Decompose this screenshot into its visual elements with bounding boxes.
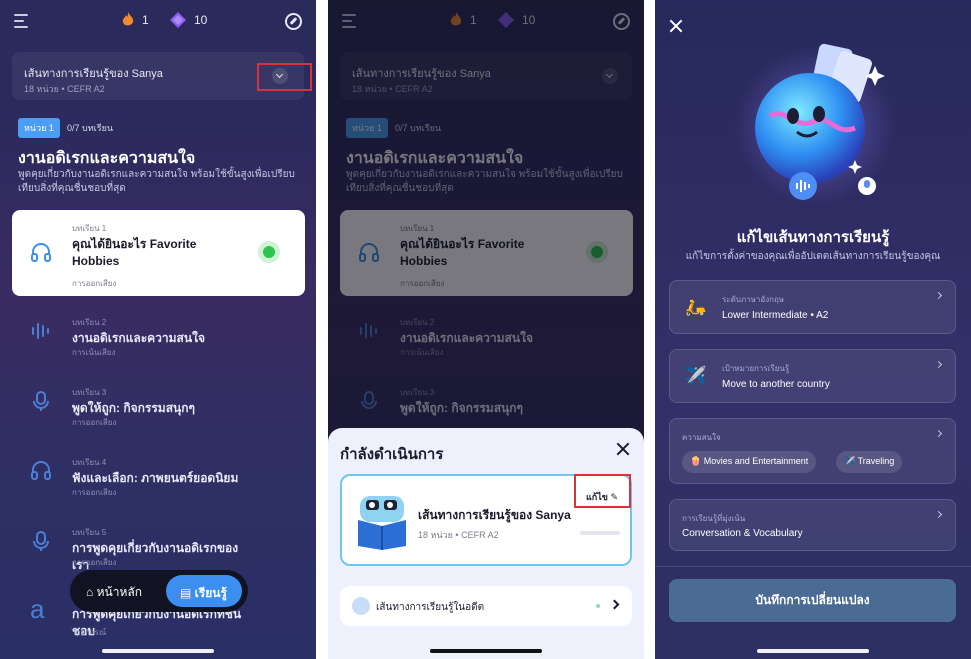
- home-indicator: [430, 649, 542, 653]
- save-changes-button[interactable]: บันทึกการเปลี่ยนแปลง: [669, 579, 956, 622]
- nav-home[interactable]: ⌂ หน้าหลัก: [86, 583, 142, 602]
- scooter-icon: 🛵: [684, 297, 707, 317]
- letter-a-icon: a: [30, 594, 45, 624]
- lesson-type: การออกเสียง: [72, 418, 117, 427]
- past-paths-label: เส้นทางการเรียนรู้ในอดีต: [376, 602, 485, 613]
- gem-counter[interactable]: 10: [170, 12, 207, 28]
- chevron-right-icon: [934, 510, 943, 519]
- lesson-type: การออกเสียง: [72, 558, 117, 567]
- close-icon[interactable]: [616, 442, 630, 456]
- nav-home-label: หน้าหลัก: [96, 585, 142, 599]
- setting-label: ความสนใจ: [682, 433, 721, 442]
- gem-icon: [170, 12, 186, 28]
- soundwave-icon: [32, 323, 49, 339]
- headphones-icon: [31, 243, 51, 262]
- progress-dot: [263, 246, 275, 258]
- home-indicator: [757, 649, 869, 653]
- current-path-title: เส้นทางการเรียนรู้ของ Sanya: [418, 508, 571, 522]
- lesson-item[interactable]: บทเรียน 2 งานอดิเรกและความสนใจ การเน้นเส…: [12, 304, 305, 364]
- interest-chip: ✈️ Traveling: [836, 451, 903, 473]
- current-path-subtitle: 18 หน่วย • CEFR A2: [418, 530, 499, 540]
- lesson-title: ฟังและเลือก: ภาพยนตร์ยอดนิยม: [72, 471, 239, 485]
- path-subtitle: 18 หน่วย • CEFR A2: [24, 84, 105, 94]
- nav-learn-label: เรียนรู้: [194, 586, 227, 600]
- streak-counter[interactable]: 1: [122, 12, 149, 27]
- setting-value: Conversation & Vocabulary: [682, 528, 803, 539]
- mascot-book-icon: [358, 496, 406, 550]
- chevron-right-icon: [934, 291, 943, 300]
- chevron-right-icon: [609, 599, 620, 610]
- setting-value: Move to another country: [722, 379, 830, 390]
- lesson-item[interactable]: บทเรียน 5 การพูดคุยเกี่ยวกับงานอดิเรกของ…: [12, 514, 305, 574]
- lesson-number: บทเรียน 3: [72, 388, 107, 397]
- learning-path-screen: 1 10 เส้นทางการเรียนรู้ของ Sanya 18 หน่ว…: [0, 0, 316, 659]
- lesson-type: การออกเสียง: [72, 279, 117, 288]
- microphone-icon: [33, 531, 49, 551]
- lesson-title: งานอดิเรกและความสนใจ: [72, 331, 205, 345]
- highlight-box: [257, 63, 312, 91]
- lesson-number: บทเรียน 2: [72, 318, 107, 327]
- interest-chip: 🍿 Movies and Entertainment: [682, 451, 817, 473]
- past-path-icon: [352, 597, 370, 615]
- airplane-icon: ✈️: [844, 456, 856, 466]
- menu-icon[interactable]: [14, 14, 30, 28]
- setting-label: การเรียนรู้ที่มุ่งเน้น: [682, 514, 746, 523]
- path-progress-bar: [580, 531, 620, 535]
- microphone-icon: [33, 391, 49, 411]
- lesson-item[interactable]: บทเรียน 3 พูดให้ถูก: กิจกรรมสนุกๆ การออก…: [12, 374, 305, 434]
- top-bar: 1 10: [0, 8, 316, 36]
- setting-label: ระดับภาษาอังกฤษ: [722, 295, 785, 304]
- chevron-right-icon: [934, 360, 943, 369]
- home-indicator: [102, 649, 214, 653]
- interests-setting[interactable]: ความสนใจ 🍿 Movies and Entertainment ✈️ T…: [669, 418, 956, 484]
- mascot-globe-illustration: [735, 43, 895, 206]
- edit-path-screen: แก้ไขเส้นทางการเรียนรู้ แก้ไขการตั้งค่าข…: [655, 0, 971, 659]
- path-bottom-sheet: กำลังดำเนินการ เส้นทางการเรียนรู้ของ San…: [328, 428, 644, 659]
- close-icon[interactable]: [670, 20, 682, 32]
- fire-icon: [122, 12, 134, 26]
- chevron-right-icon: [934, 429, 943, 438]
- separator: •: [807, 310, 817, 321]
- chip-label: Movies and Entertainment: [703, 456, 809, 466]
- lesson-item[interactable]: บทเรียน 4 ฟังและเลือก: ภาพยนตร์ยอดนิยม ก…: [12, 444, 305, 504]
- headphones-icon: [31, 461, 51, 480]
- divider: [655, 566, 971, 567]
- highlight-box: [574, 474, 631, 508]
- bottom-nav: ⌂ หน้าหลัก ▤ เรียนรู้: [70, 570, 248, 612]
- path-title: เส้นทางการเรียนรู้ของ Sanya: [24, 68, 163, 80]
- lesson-type: การเน้นเสียง: [72, 348, 116, 357]
- indicator-dot: [596, 604, 600, 608]
- learning-goal-setting[interactable]: ✈️ เป้าหมายการเรียนรู้ Move to another c…: [669, 349, 956, 403]
- edit-subtitle: แก้ไขการตั้งค่าของคุณเพื่ออัปเดตเส้นทางก…: [685, 251, 941, 262]
- past-paths-row[interactable]: เส้นทางการเรียนรู้ในอดีต: [340, 586, 632, 626]
- nav-learn[interactable]: ▤ เรียนรู้: [166, 575, 242, 607]
- lesson-number: บทเรียน 4: [72, 458, 107, 467]
- path-sheet-screen: 1 10 เส้นทางการเรียนรู้ของ Sanya 18 หน่ว…: [328, 0, 644, 659]
- lesson-number: บทเรียน 1: [72, 224, 107, 233]
- lesson-type: การออกเสียง: [72, 488, 117, 497]
- level-cefr: A2: [816, 310, 829, 321]
- lesson-number: บทเรียน 5: [72, 528, 107, 537]
- lesson-title: พูดให้ถูก: กิจกรรมสนุกๆ: [72, 401, 195, 415]
- focus-setting[interactable]: การเรียนรู้ที่มุ่งเน้น Conversation & Vo…: [669, 499, 956, 551]
- popcorn-icon: 🍿: [690, 456, 702, 466]
- sheet-title: กำลังดำเนินการ: [340, 446, 444, 463]
- edit-title: แก้ไขเส้นทางการเรียนรู้: [736, 229, 890, 246]
- lesson-type: ไวยากรณ์: [72, 628, 107, 637]
- level-name: Lower Intermediate: [722, 310, 808, 321]
- gem-count: 10: [194, 13, 208, 27]
- unit-description: พูดคุยเกี่ยวกับงานอดิเรกและความสนใจ พร้อ…: [18, 169, 295, 194]
- lesson-title: คุณได้ยินอะไร Favorite Hobbies: [72, 237, 197, 268]
- chip-label: Traveling: [857, 456, 895, 466]
- setting-label: เป้าหมายการเรียนรู้: [722, 364, 790, 373]
- unit-badge: หน่วย 1: [18, 118, 60, 138]
- compass-icon[interactable]: [285, 13, 302, 30]
- lesson-card-active[interactable]: บทเรียน 1 คุณได้ยินอะไร Favorite Hobbies…: [12, 210, 305, 296]
- unit-progress: 0/7 บทเรียน: [67, 123, 113, 133]
- fire-count: 1: [142, 12, 149, 27]
- setting-value: Lower Intermediate • A2: [722, 310, 828, 321]
- airplane-icon: ✈️: [684, 366, 707, 386]
- english-level-setting[interactable]: 🛵 ระดับภาษาอังกฤษ Lower Intermediate • A…: [669, 280, 956, 334]
